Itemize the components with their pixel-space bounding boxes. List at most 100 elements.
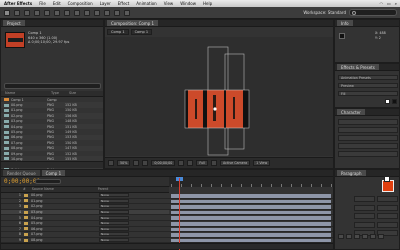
layer-parent-dropdown[interactable]: None	[99, 221, 129, 226]
layer-label-color[interactable]	[24, 204, 28, 208]
space-before-field[interactable]	[354, 204, 375, 211]
project-search-input[interactable]	[4, 83, 101, 89]
selection-tool-icon[interactable]	[4, 9, 10, 16]
menu-edit[interactable]: Edit	[53, 1, 61, 6]
tab-paragraph[interactable]: Paragraph	[337, 170, 366, 176]
indent-left-field[interactable]	[354, 196, 375, 202]
stroke-color-swatch[interactable]	[392, 99, 397, 104]
layer-label-color[interactable]	[24, 216, 28, 220]
puppet-tool-icon[interactable]	[124, 9, 130, 16]
tab-comp-timeline[interactable]: Comp 1	[41, 170, 66, 176]
baseline-field[interactable]	[354, 221, 375, 228]
grid-icon[interactable]	[133, 160, 140, 166]
layer-source-name[interactable]: 01.png	[31, 199, 59, 203]
crumb-comp[interactable]: Comp 1	[107, 29, 129, 35]
spotlight-icon[interactable]: ⌕	[395, 1, 397, 6]
layer-parent-dropdown[interactable]: None	[99, 238, 129, 243]
col-type[interactable]: Type	[47, 91, 65, 96]
layer-duration-bar[interactable]	[171, 227, 331, 232]
composition-canvas[interactable]	[105, 37, 333, 156]
snapshot-icon[interactable]	[178, 160, 185, 166]
menu-window[interactable]: Window	[180, 1, 196, 6]
col-size[interactable]: Size	[65, 91, 76, 96]
time-ruler[interactable]	[169, 177, 333, 187]
leading-field[interactable]	[377, 213, 398, 219]
layer-parent-dropdown[interactable]: None	[99, 215, 129, 220]
workspace-label[interactable]: Workspace: Standard	[303, 10, 346, 15]
menu-animation[interactable]: Animation	[136, 1, 156, 6]
layer-parent-dropdown[interactable]: None	[99, 193, 129, 198]
type-tool-icon[interactable]	[84, 9, 90, 16]
menu-effect[interactable]: Effect	[118, 1, 130, 6]
layer-source-name[interactable]: 03.png	[31, 210, 59, 214]
menu-composition[interactable]: Composition	[68, 1, 93, 6]
layer-duration-bar[interactable]	[171, 238, 331, 243]
pan-behind-tool-icon[interactable]	[54, 9, 60, 16]
effects-row-fill[interactable]: Fill	[338, 91, 398, 96]
align-right-icon[interactable]	[354, 234, 360, 239]
layer-duration-bar[interactable]	[171, 216, 331, 220]
brush-tool-icon[interactable]	[94, 9, 100, 16]
layer-source-name[interactable]: 08.png	[31, 238, 59, 242]
col-name[interactable]: Name	[1, 91, 47, 96]
channel-icon[interactable]	[187, 160, 194, 166]
layer-duration-bar[interactable]	[171, 221, 331, 226]
menu-help[interactable]: Help	[203, 1, 212, 6]
layer-parent-dropdown[interactable]: None	[99, 198, 129, 203]
font-family-dropdown[interactable]	[338, 119, 398, 125]
layer-source-name[interactable]: 02.png	[31, 204, 59, 208]
camera-dropdown[interactable]: Active Camera	[219, 160, 251, 166]
layer-label-color[interactable]	[24, 238, 28, 242]
tab-composition[interactable]: Composition: Comp 1	[107, 20, 159, 26]
layer-parent-dropdown[interactable]: None	[99, 210, 129, 215]
current-time-display[interactable]: 0;00;00;00	[151, 160, 176, 166]
region-of-interest-icon[interactable]	[210, 160, 217, 166]
timeline-search-input[interactable]	[35, 179, 61, 184]
faux-italic-icon[interactable]	[378, 234, 384, 239]
scale-field[interactable]	[377, 221, 398, 228]
magnification-dropdown[interactable]: 50%	[117, 160, 131, 166]
effects-row-preview[interactable]: Preview	[338, 83, 398, 88]
space-after-field[interactable]	[377, 204, 398, 211]
layer-label-color[interactable]	[24, 210, 28, 214]
clone-tool-icon[interactable]	[104, 9, 110, 16]
layer-label-color[interactable]	[24, 199, 28, 203]
stroke-width-field[interactable]	[338, 151, 398, 157]
crumb-comp-2[interactable]: Comp 1	[130, 29, 153, 35]
mask-visibility-icon[interactable]	[142, 160, 149, 166]
tab-character[interactable]: Character	[337, 109, 365, 115]
resolution-dropdown[interactable]: Full	[196, 160, 208, 166]
tab-effects-presets[interactable]: Effects & Presets	[337, 64, 379, 70]
layer-source-name[interactable]: 04.png	[31, 216, 59, 220]
tab-render-queue[interactable]: Render Queue	[3, 170, 40, 176]
fill-color-swatch[interactable]	[385, 99, 390, 104]
layer-parent-dropdown[interactable]: None	[99, 226, 129, 231]
col-source-name[interactable]: Source Name	[32, 187, 92, 192]
app-name[interactable]: After Effects	[4, 1, 32, 6]
faux-bold-icon[interactable]	[370, 234, 376, 239]
tracking-field[interactable]	[338, 143, 398, 149]
layer-source-name[interactable]: 06.png	[31, 227, 59, 231]
font-size-field[interactable]	[338, 135, 398, 141]
stroke-color-chip[interactable]	[384, 176, 390, 182]
layer-source-name[interactable]: 07.png	[31, 232, 59, 236]
layer-source-name[interactable]: 00.png	[31, 193, 59, 197]
zoom-tool-icon[interactable]	[24, 9, 30, 16]
layer-label-color[interactable]	[24, 221, 28, 225]
pen-tool-icon[interactable]	[74, 9, 80, 16]
indent-right-field[interactable]	[377, 196, 398, 202]
layer-duration-bar[interactable]	[171, 194, 331, 198]
always-preview-icon[interactable]	[108, 160, 114, 166]
layer-label-color[interactable]	[24, 227, 28, 231]
col-parent[interactable]: Parent	[98, 187, 109, 192]
font-style-dropdown[interactable]	[338, 127, 398, 133]
layer-label-color[interactable]	[24, 193, 28, 197]
layer-parent-dropdown[interactable]: None	[99, 232, 129, 237]
tab-info[interactable]: Info	[337, 20, 353, 26]
menu-layer[interactable]: Layer	[100, 1, 111, 6]
rotate-tool-icon[interactable]	[34, 9, 40, 16]
layer-source-name[interactable]: 05.png	[31, 221, 59, 225]
menu-file[interactable]: File	[39, 1, 46, 6]
layer-duration-bar[interactable]	[171, 205, 331, 209]
layer-parent-dropdown[interactable]: None	[99, 204, 129, 209]
